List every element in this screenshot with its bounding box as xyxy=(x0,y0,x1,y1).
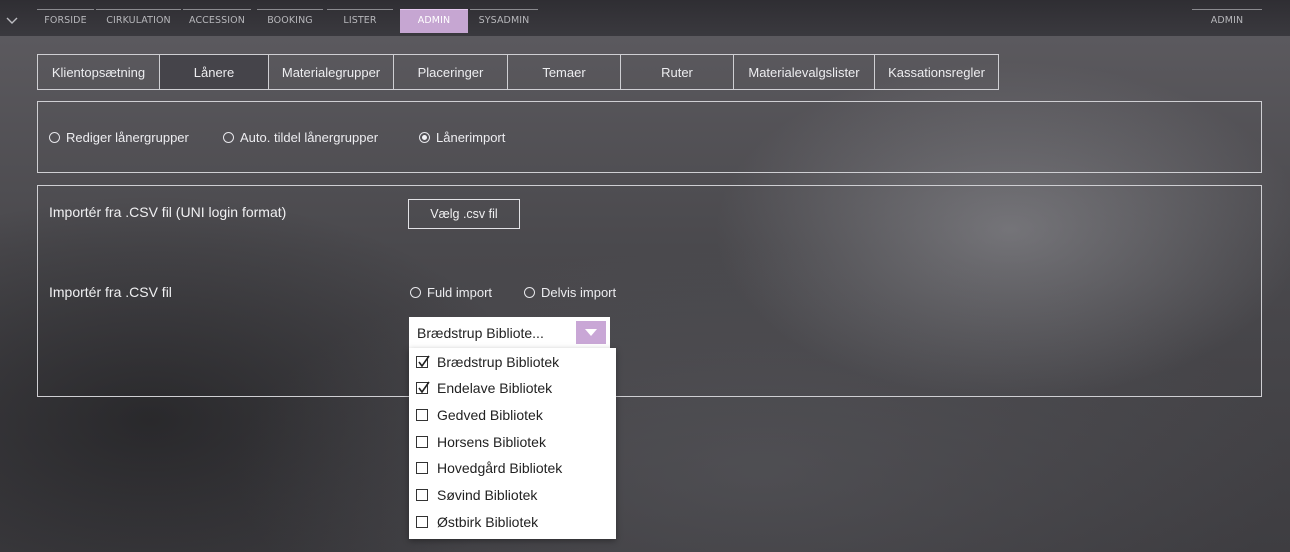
option-label: Brædstrup Bibliotek xyxy=(437,354,560,370)
radio-circle xyxy=(410,287,421,298)
option-label: Hovedgård Bibliotek xyxy=(437,460,563,476)
checkbox[interactable] xyxy=(416,409,428,421)
option-label: Horsens Bibliotek xyxy=(437,434,546,450)
radio-circle-selected xyxy=(419,132,430,143)
nav-item-admin[interactable]: ADMIN xyxy=(400,9,468,33)
radio-rediger-laanergrupper[interactable]: Rediger lånergrupper xyxy=(49,130,189,145)
library-option-horsens[interactable]: Horsens Bibliotek xyxy=(416,429,546,455)
triangle-down-icon xyxy=(585,329,597,336)
library-select-value: Brædstrup Bibliote... xyxy=(417,325,544,341)
library-option-oestbirk[interactable]: Østbirk Bibliotek xyxy=(416,509,538,535)
radio-label: Fuld import xyxy=(427,285,493,300)
radio-circle xyxy=(524,287,535,298)
uni-import-label: Importér fra .CSV fil (UNI login format) xyxy=(49,204,287,220)
nav-item-sysadmin[interactable]: SYSADMIN xyxy=(470,9,538,33)
radio-label: Delvis import xyxy=(541,285,617,300)
radio-label: Rediger lånergrupper xyxy=(66,130,189,145)
tab-temaer[interactable]: Temaer xyxy=(508,54,621,90)
mode-panel: Rediger lånergrupper Auto. tildel lånerg… xyxy=(37,101,1262,173)
csv-import-label: Importér fra .CSV fil xyxy=(49,284,172,300)
radio-circle xyxy=(223,132,234,143)
option-label: Søvind Bibliotek xyxy=(437,487,538,503)
radio-laanerimport[interactable]: Lånerimport xyxy=(419,130,505,145)
radio-label: Lånerimport xyxy=(436,130,506,145)
tab-laanere[interactable]: Lånere xyxy=(160,54,269,90)
top-navigation-bar: FORSIDE CIRKULATION ACCESSION BOOKING LI… xyxy=(0,0,1290,36)
checkbox[interactable] xyxy=(416,381,430,394)
library-option-hovedgaard[interactable]: Hovedgård Bibliotek xyxy=(416,455,562,481)
tab-materialegrupper[interactable]: Materialegrupper xyxy=(269,54,394,90)
radio-auto-tildel-laanergrupper[interactable]: Auto. tildel lånergrupper xyxy=(223,130,378,145)
library-dropdown-list: Brædstrup Bibliotek Endelave Bibliotek G… xyxy=(409,348,616,539)
nav-item-booking[interactable]: BOOKING xyxy=(257,9,323,33)
nav-item-cirkulation[interactable]: CIRKULATION xyxy=(96,9,181,33)
tab-materialevalgslister[interactable]: Materialevalgslister xyxy=(734,54,875,90)
checkbox[interactable] xyxy=(416,355,430,368)
tab-klientopsaetning[interactable]: Klientopsætning xyxy=(37,54,160,90)
tab-kassationsregler[interactable]: Kassationsregler xyxy=(875,54,999,90)
nav-item-forside[interactable]: FORSIDE xyxy=(37,9,94,33)
option-label: Gedved Bibliotek xyxy=(437,407,543,423)
select-arrow-button[interactable] xyxy=(576,321,606,344)
radio-label: Auto. tildel lånergrupper xyxy=(240,130,379,145)
radio-fuld-import[interactable]: Fuld import xyxy=(410,285,492,300)
radio-delvis-import[interactable]: Delvis import xyxy=(524,285,616,300)
nav-item-accession[interactable]: ACCESSION xyxy=(183,9,251,33)
admin-tabs: Klientopsætning Lånere Materialegrupper … xyxy=(37,54,999,90)
radio-circle xyxy=(49,132,60,143)
library-select[interactable]: Brædstrup Bibliote... xyxy=(409,317,610,348)
library-option-soevind[interactable]: Søvind Bibliotek xyxy=(416,482,537,508)
checkbox[interactable] xyxy=(416,436,428,448)
checkbox[interactable] xyxy=(416,462,428,474)
option-label: Endelave Bibliotek xyxy=(437,380,553,396)
check-icon xyxy=(418,381,430,394)
library-option-endelave[interactable]: Endelave Bibliotek xyxy=(416,375,552,401)
check-icon xyxy=(418,355,430,368)
choose-csv-button[interactable]: Vælg .csv fil xyxy=(408,199,520,229)
user-menu[interactable]: ADMIN xyxy=(1192,9,1262,33)
library-option-gedved[interactable]: Gedved Bibliotek xyxy=(416,402,543,428)
option-label: Østbirk Bibliotek xyxy=(437,514,539,530)
tab-ruter[interactable]: Ruter xyxy=(621,54,734,90)
nav-item-lister[interactable]: LISTER xyxy=(327,9,393,33)
tab-placeringer[interactable]: Placeringer xyxy=(394,54,508,90)
checkbox[interactable] xyxy=(416,489,428,501)
library-option-braedstrup[interactable]: Brædstrup Bibliotek xyxy=(416,349,559,375)
chevron-down-icon[interactable] xyxy=(4,12,20,24)
checkbox[interactable] xyxy=(416,516,428,528)
